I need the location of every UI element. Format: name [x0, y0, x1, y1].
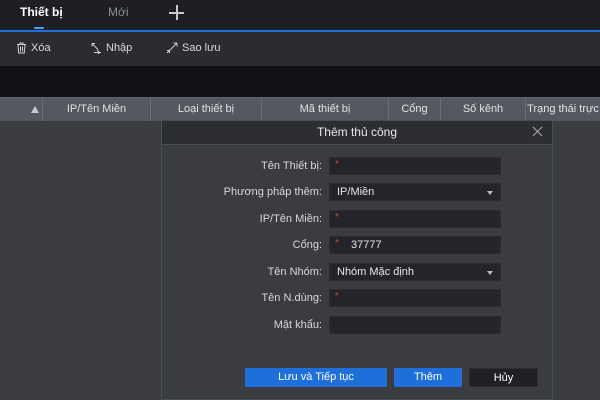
username-label: Tên N.dùng:	[261, 292, 322, 304]
add-tab-icon[interactable]	[168, 2, 186, 22]
column-header-online-status[interactable]: Trạng thái trực	[526, 98, 600, 121]
required-mark: *	[335, 238, 339, 249]
column-header-device-type[interactable]: Loại thiết bị	[151, 98, 262, 121]
group-name-label: Tên Nhóm:	[267, 266, 322, 278]
ip-domain-input[interactable]: *	[329, 210, 501, 228]
delete-button[interactable]: Xóa	[16, 42, 51, 54]
tab-devices[interactable]: Thiết bị	[20, 5, 63, 19]
search-strip	[0, 66, 600, 97]
column-header-port[interactable]: Cổng	[389, 98, 441, 121]
cancel-button[interactable]: Hủy	[469, 368, 538, 387]
add-method-select[interactable]: IP/Miền	[329, 183, 501, 201]
column-header-ip[interactable]: IP/Tên Miền	[43, 98, 151, 121]
delete-label: Xóa	[31, 42, 51, 54]
import-button[interactable]: Nhập	[90, 42, 132, 54]
add-method-value: IP/Miền	[337, 186, 375, 198]
device-name-input[interactable]: *	[329, 157, 501, 175]
tab-bar: Thiết bị Mới	[0, 0, 600, 32]
username-input[interactable]: *	[329, 289, 501, 307]
required-mark: *	[335, 159, 339, 170]
trash-icon	[17, 42, 26, 54]
add-method-label: Phương pháp thêm:	[223, 186, 322, 198]
active-tab-indicator	[34, 27, 44, 29]
dialog-header: Thêm thủ công	[162, 121, 552, 145]
password-input[interactable]	[329, 316, 501, 334]
dialog-title: Thêm thủ công	[316, 125, 398, 139]
password-label: Mật khẩu:	[273, 319, 322, 331]
import-icon	[91, 43, 101, 54]
group-name-value: Nhóm Mặc định	[337, 266, 415, 278]
chevron-down-icon	[487, 191, 493, 195]
ip-domain-label: IP/Tên Miền:	[259, 213, 322, 225]
column-header-device-id[interactable]: Mã thiết bị	[262, 98, 389, 121]
required-mark: *	[335, 291, 339, 302]
backup-button[interactable]: Sao lưu	[166, 42, 221, 54]
required-mark: *	[335, 212, 339, 223]
backup-icon	[166, 42, 178, 54]
save-and-continue-button[interactable]: Lưu và Tiếp tục	[245, 368, 387, 387]
column-header-channels[interactable]: Số kênh	[441, 98, 526, 121]
device-table-header: IP/Tên Miền Loại thiết bị Mã thiết bị Cổ…	[0, 97, 600, 121]
tab-new[interactable]: Mới	[108, 5, 129, 19]
device-name-label: Tên Thiết bị:	[261, 160, 322, 172]
port-input[interactable]: * 37777	[329, 236, 501, 254]
close-icon[interactable]	[532, 126, 544, 138]
sort-column-header[interactable]	[0, 98, 43, 121]
group-name-select[interactable]: Nhóm Mặc định	[329, 263, 501, 281]
backup-label: Sao lưu	[182, 42, 221, 54]
sort-ascending-icon	[31, 106, 39, 113]
manual-add-dialog: Thêm thủ công Tên Thiết bị: * Phương phá…	[161, 120, 553, 400]
chevron-down-icon	[487, 271, 493, 275]
toolbar: Xóa Nhập Sao lưu	[0, 32, 600, 66]
import-label: Nhập	[106, 42, 133, 54]
port-label: Cổng:	[292, 239, 322, 251]
port-value: 37777	[351, 239, 382, 251]
add-button[interactable]: Thêm	[394, 368, 462, 387]
